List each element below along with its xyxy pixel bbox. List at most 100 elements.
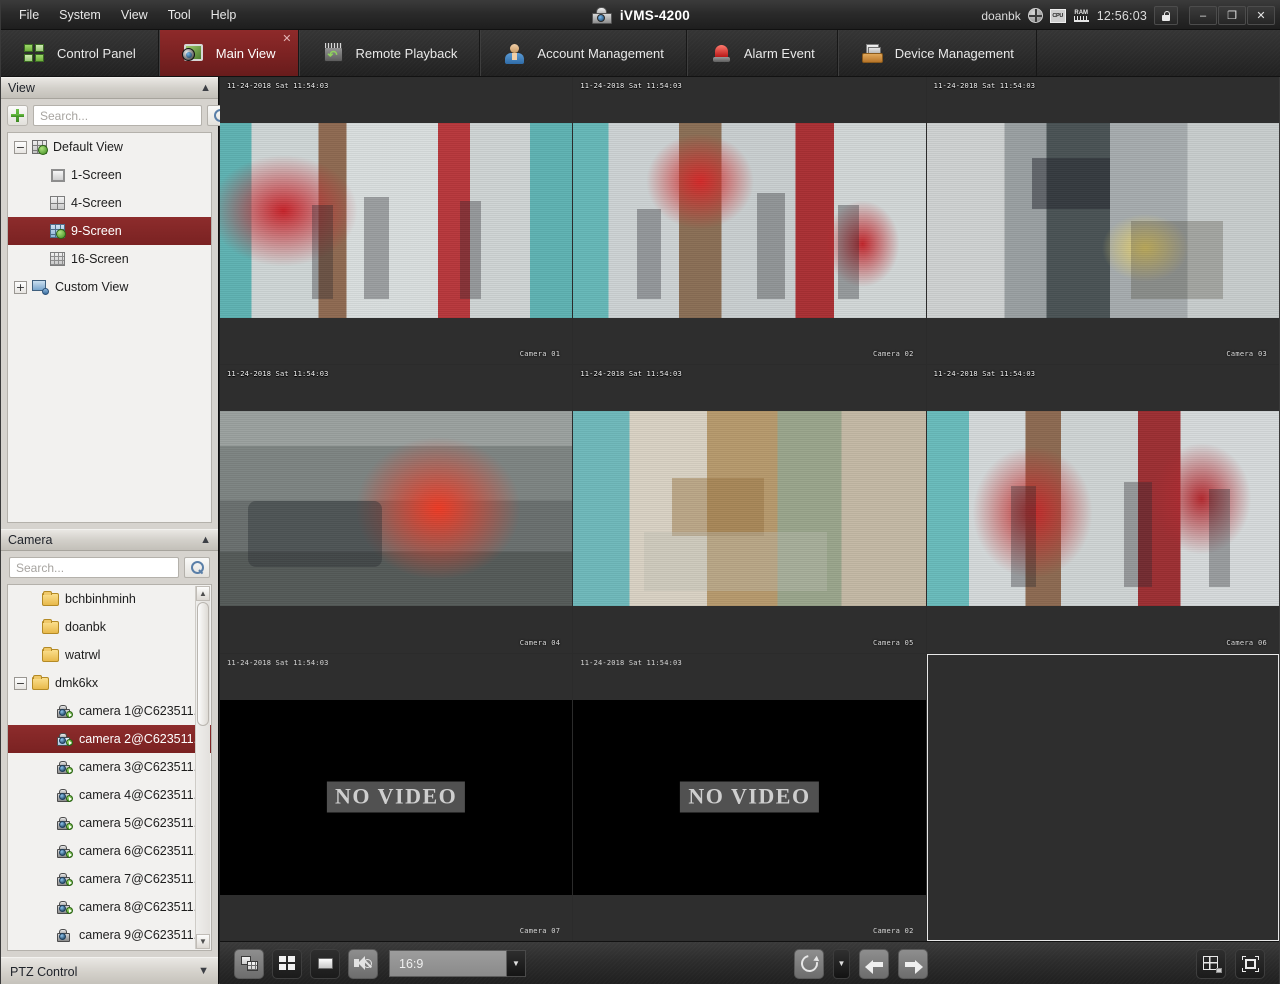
video-cell-6[interactable]: 11-24-2018 Sat 11:54:03 Camera 06 [926, 365, 1279, 653]
video-timestamp: 11-24-2018 Sat 11:54:03 [933, 370, 1036, 379]
previous-page-button[interactable] [859, 948, 889, 979]
camera-search-button[interactable] [184, 557, 210, 578]
grid-view-icon [32, 140, 48, 155]
tree-label: camera 8@C623511... [79, 900, 205, 914]
tree-row-dmk6kx[interactable]: − dmk6kx [8, 669, 211, 697]
next-page-button[interactable] [898, 948, 928, 979]
tab-device-management[interactable]: Device Management [837, 30, 1037, 76]
chevron-up-icon[interactable]: ▲ [200, 82, 211, 94]
add-view-button[interactable] [7, 105, 28, 126]
refresh-button[interactable] [794, 948, 824, 979]
camera-tree-scrollbar[interactable]: ▲ ▼ [195, 586, 210, 949]
tab-main-view[interactable]: Main View ✕ [158, 30, 299, 76]
camera-search-input[interactable] [9, 557, 179, 578]
globe-icon[interactable] [1027, 8, 1043, 23]
tree-row-camera-3[interactable]: camera 3@C623511... [8, 753, 211, 781]
tree-label: camera 2@C623511... [79, 732, 205, 746]
tree-row-default-view[interactable]: − Default View [8, 133, 211, 161]
current-user-label: doanbk [981, 8, 1021, 23]
tab-control-panel[interactable]: Control Panel [1, 30, 159, 76]
alarm-siren-icon [710, 43, 733, 64]
tree-row-camera-7[interactable]: camera 7@C623511... [8, 865, 211, 893]
tree-row-camera-6[interactable]: camera 6@C623511... [8, 837, 211, 865]
ram-icon[interactable]: RAM [1073, 8, 1090, 23]
fullscreen-button[interactable] [1235, 948, 1265, 979]
close-button[interactable]: ✕ [1247, 6, 1275, 25]
tree-row-camera-8[interactable]: camera 8@C623511... [8, 893, 211, 921]
folder-icon [42, 619, 59, 634]
lock-button[interactable] [1154, 6, 1178, 25]
tree-row-1-screen[interactable]: 1-Screen [8, 161, 211, 189]
tree-row-16-screen[interactable]: 16-Screen [8, 245, 211, 273]
tab-close-icon[interactable]: ✕ [282, 34, 291, 45]
tab-alarm-event[interactable]: Alarm Event [686, 30, 838, 76]
camera-panel-header[interactable]: Camera ▲ [1, 529, 218, 551]
chevron-down-icon[interactable]: ▼ [507, 950, 526, 977]
expander-icon[interactable]: + [14, 280, 27, 294]
chevron-down-icon[interactable]: ▼ [198, 966, 209, 977]
tree-row-camera-2[interactable]: camera 2@C623511... [8, 725, 211, 753]
tab-remote-playback[interactable]: ↶ Remote Playback [298, 30, 481, 76]
refresh-dropdown-button[interactable]: ▼ [833, 948, 850, 979]
tree-label: watrwl [65, 648, 101, 662]
cpu-icon[interactable]: CPU [1049, 8, 1066, 23]
tree-row-camera-5[interactable]: camera 5@C623511... [8, 809, 211, 837]
tree-row-watrwl[interactable]: watrwl [8, 641, 211, 669]
view-panel-header[interactable]: View ▲ [1, 77, 218, 99]
video-cell-2[interactable]: 11-24-2018 Sat 11:54:03 Camera 02 [573, 77, 926, 365]
mute-button[interactable] [348, 948, 378, 979]
expander-icon[interactable]: − [14, 140, 27, 154]
tab-label-main-view: Main View [215, 45, 276, 61]
tree-row-camera-4[interactable]: camera 4@C623511... [8, 781, 211, 809]
video-cell-7[interactable]: NO VIDEO 11-24-2018 Sat 11:54:03 Camera … [220, 653, 573, 941]
video-camera-label: Camera 07 [519, 927, 561, 935]
view-tree[interactable]: − Default View 1-Screen 4-Screen 9-Scree… [7, 132, 212, 523]
menu-item-file[interactable]: File [9, 4, 49, 26]
tree-row-4-screen[interactable]: 4-Screen [8, 189, 211, 217]
tree-row-bchbinhminh[interactable]: bchbinhminh [8, 585, 211, 613]
video-cell-3[interactable]: 11-24-2018 Sat 11:54:03 Camera 03 [926, 77, 1279, 365]
tree-row-custom-view[interactable]: + Custom View [8, 273, 211, 301]
left-sidebar: View ▲ − Default View [1, 77, 233, 984]
expander-icon[interactable]: − [14, 676, 27, 690]
capture-button[interactable] [234, 948, 264, 979]
tree-row-camera-9[interactable]: camera 9@C623511... [8, 921, 211, 949]
video-cell-4[interactable]: 11-24-2018 Sat 11:54:03 Camera 04 [220, 365, 573, 653]
view-search-input[interactable] [33, 105, 202, 126]
tree-row-doanbk[interactable]: doanbk [8, 613, 211, 641]
scroll-down-arrow-icon[interactable]: ▼ [196, 934, 210, 949]
menu-item-help[interactable]: Help [201, 4, 247, 26]
video-camera-label: Camera 05 [873, 638, 914, 647]
video-cell-9[interactable] [926, 653, 1279, 941]
chevron-down-icon: ▼ [837, 959, 846, 968]
menu-item-tool[interactable]: Tool [158, 4, 201, 26]
menu-item-system[interactable]: System [49, 4, 111, 26]
window-division-icon [278, 956, 296, 971]
screen-mode-button[interactable] [1196, 948, 1226, 979]
ptz-control-panel-header[interactable]: PTZ Control ▼ [1, 957, 218, 984]
video-cell-5[interactable]: 11-24-2018 Sat 11:54:03 Camera 05 [573, 365, 926, 653]
restore-button[interactable]: ❐ [1218, 6, 1246, 25]
aspect-ratio-select[interactable]: 16:9 ▼ [389, 950, 526, 977]
aspect-ratio-value[interactable]: 16:9 [389, 950, 507, 977]
video-cell-8[interactable]: NO VIDEO 11-24-2018 Sat 11:54:03 Camera … [573, 653, 926, 941]
menu-item-view[interactable]: View [111, 4, 158, 26]
chevron-up-icon[interactable]: ▲ [200, 534, 211, 546]
fullscreen-icon [1241, 955, 1259, 972]
no-video-message: NO VIDEO [327, 781, 466, 813]
module-tab-bar: Control Panel Main View ✕ ↶ Remote Playb… [1, 30, 1280, 77]
tree-label: camera 1@C623511... [79, 704, 205, 718]
minimize-button[interactable]: – [1189, 6, 1217, 25]
scroll-up-arrow-icon[interactable]: ▲ [196, 586, 210, 601]
tree-row-camera-1[interactable]: camera 1@C623511... [8, 697, 211, 725]
screen-4-icon [50, 196, 65, 210]
scrollbar-thumb[interactable] [197, 602, 209, 726]
stop-all-button[interactable] [310, 948, 340, 979]
video-timestamp: 11-24-2018 Sat 11:54:03 [227, 82, 329, 90]
camera-online-icon [56, 732, 73, 747]
video-cell-1[interactable]: 11-24-2018 Sat 11:54:03 Camera 01 [220, 77, 573, 365]
tree-row-9-screen[interactable]: 9-Screen [8, 217, 211, 245]
camera-tree[interactable]: bchbinhminh doanbk watrwl − dmk6kx camer… [7, 584, 212, 951]
window-division-button[interactable] [272, 948, 302, 979]
tab-account-management[interactable]: Account Management [480, 30, 687, 76]
